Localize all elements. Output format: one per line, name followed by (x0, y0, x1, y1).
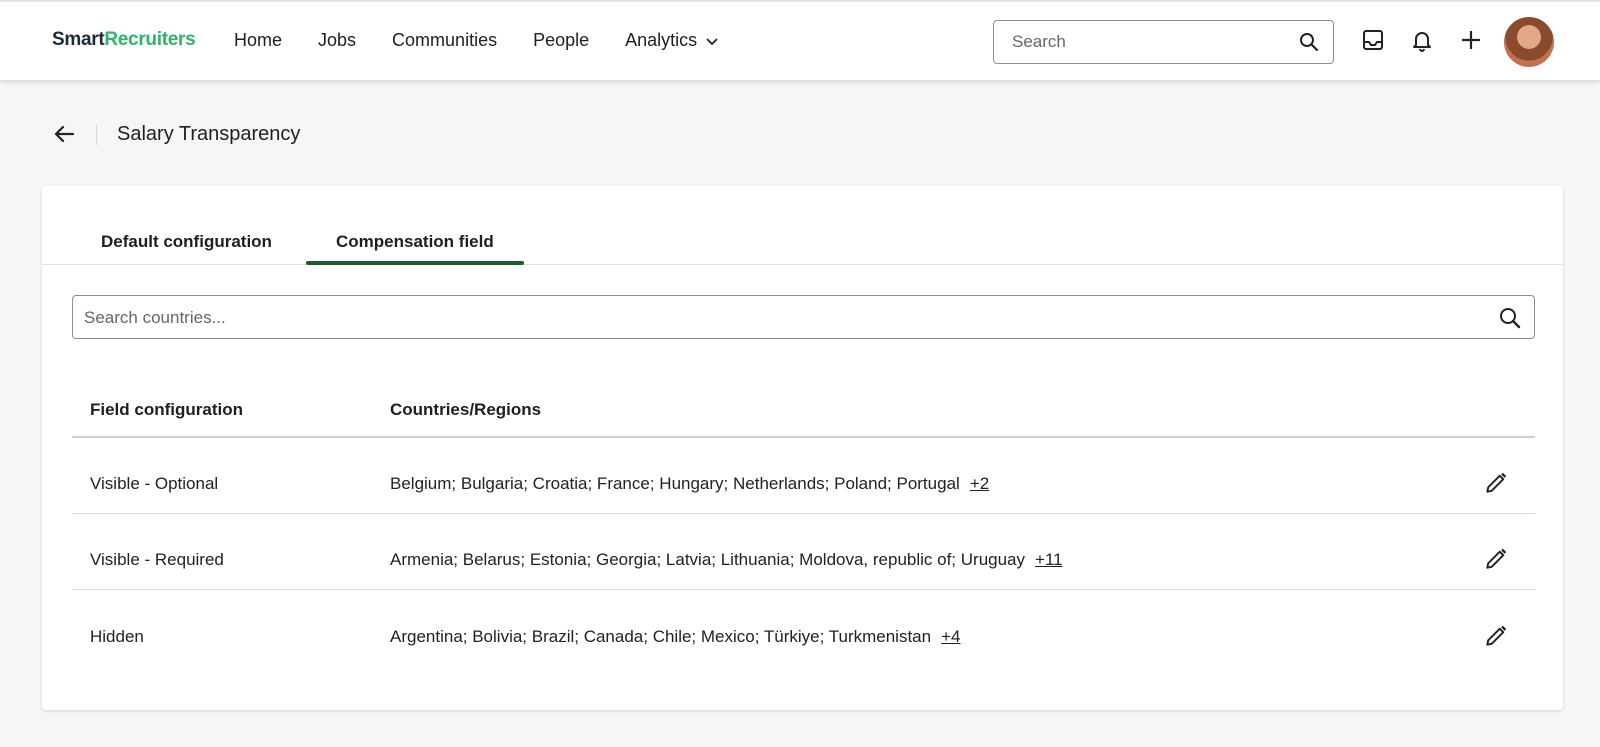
row-countries-text: Armenia; Belarus; Estonia; Georgia; Latv… (390, 550, 1026, 569)
global-search-input[interactable] (1012, 31, 1282, 53)
nav-home[interactable]: Home (234, 30, 282, 51)
search-icon[interactable] (1498, 306, 1522, 335)
country-search-input[interactable] (84, 307, 1464, 329)
column-header-field-configuration: Field configuration (90, 400, 243, 419)
pencil-icon[interactable] (1483, 470, 1509, 496)
more-countries-link[interactable]: +11 (1035, 550, 1063, 569)
nav-analytics[interactable]: Analytics (625, 30, 719, 51)
row-countries-text: Belgium; Bulgaria; Croatia; France; Hung… (390, 474, 960, 493)
row-countries: Argentina; Bolivia; Brazil; Canada; Chil… (390, 627, 960, 647)
tab-bar: Default configuration Compensation field (42, 186, 1563, 265)
plus-icon[interactable] (1459, 28, 1483, 57)
pencil-icon[interactable] (1483, 546, 1509, 572)
title-divider (96, 125, 97, 145)
inbox-icon[interactable] (1361, 28, 1385, 57)
logo-part2: Recruiters (104, 29, 196, 50)
bell-icon[interactable] (1410, 28, 1434, 57)
logo[interactable]: SmartRecruiters (52, 29, 196, 51)
nav-analytics-label: Analytics (625, 30, 698, 50)
nav-communities[interactable]: Communities (392, 30, 497, 51)
tab-compensation-field[interactable]: Compensation field (336, 232, 494, 252)
row-config: Visible - Optional (90, 474, 219, 493)
page-title: Salary Transparency (117, 123, 301, 145)
column-header-countries: Countries/Regions (390, 400, 542, 419)
global-search (993, 20, 1334, 64)
settings-card: Default configuration Compensation field… (42, 186, 1563, 710)
pencil-icon[interactable] (1483, 623, 1509, 649)
nav-jobs[interactable]: Jobs (318, 30, 356, 51)
top-bar: SmartRecruiters Home Jobs Communities Pe… (0, 0, 1600, 80)
logo-part1: Smart (52, 29, 105, 50)
row-divider (72, 513, 1535, 514)
main-nav: Home Jobs Communities People Analytics (234, 30, 755, 51)
search-icon[interactable] (1299, 32, 1319, 57)
table-header-divider (72, 436, 1535, 438)
country-search (72, 295, 1535, 339)
row-divider (72, 589, 1535, 590)
user-avatar[interactable] (1504, 17, 1554, 67)
row-config: Hidden (90, 627, 144, 646)
row-config: Visible - Required (90, 550, 224, 569)
nav-people[interactable]: People (533, 30, 589, 51)
row-countries: Armenia; Belarus; Estonia; Georgia; Latv… (390, 550, 1063, 570)
more-countries-link[interactable]: +2 (970, 474, 989, 493)
tab-default-configuration[interactable]: Default configuration (101, 232, 272, 252)
active-tab-indicator (306, 261, 524, 265)
more-countries-link[interactable]: +4 (941, 627, 960, 646)
back-arrow-icon[interactable] (52, 122, 76, 146)
row-countries-text: Argentina; Bolivia; Brazil; Canada; Chil… (390, 627, 932, 646)
row-countries: Belgium; Bulgaria; Croatia; France; Hung… (390, 474, 989, 494)
chevron-down-icon (705, 34, 719, 48)
